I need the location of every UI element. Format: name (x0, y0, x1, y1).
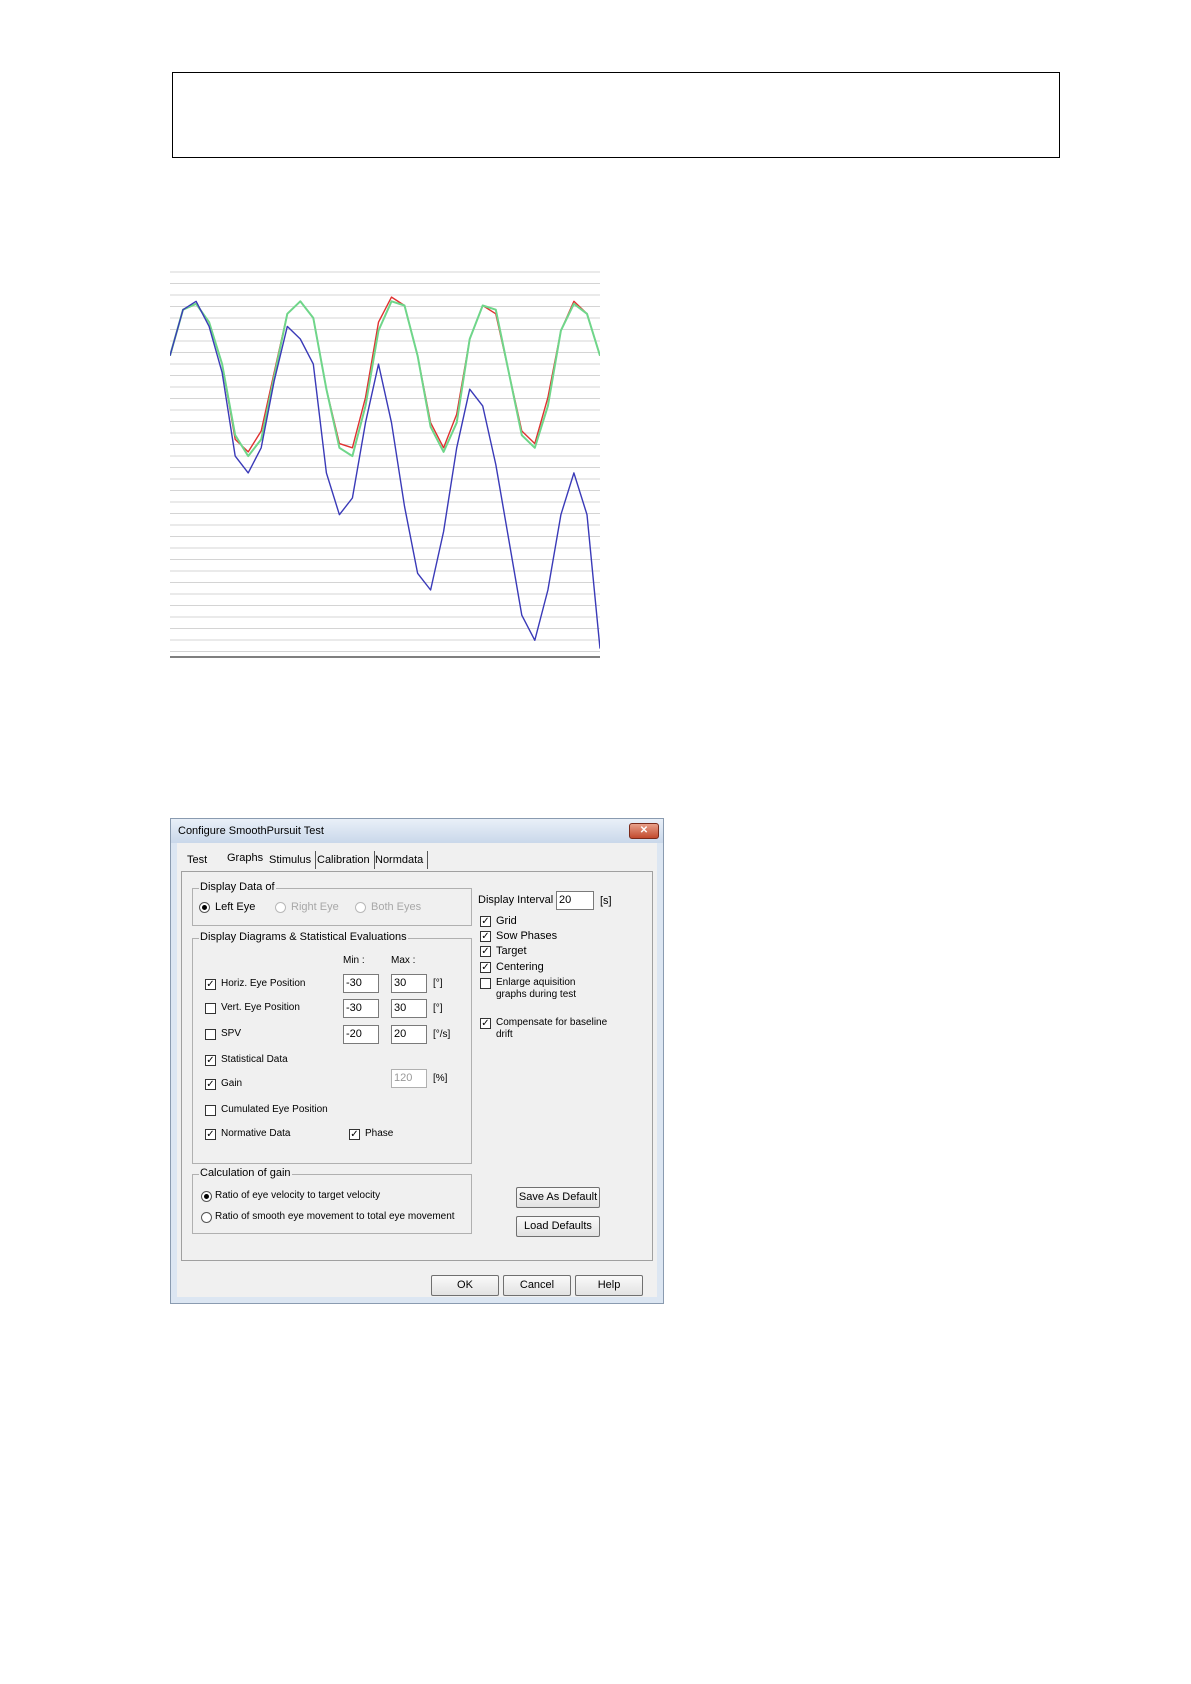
horiz-min-field[interactable]: -30 (343, 974, 379, 993)
vert-checkbox[interactable] (205, 1003, 216, 1014)
tab-normdata[interactable]: Normdata (371, 851, 429, 869)
statistical-label: Statistical Data (221, 1054, 288, 1065)
header-box (172, 72, 1060, 158)
spv-checkbox[interactable] (205, 1029, 216, 1040)
display-interval-unit: [s] (600, 895, 612, 907)
help-button[interactable]: Help (575, 1275, 643, 1296)
vert-min-field[interactable]: -30 (343, 999, 379, 1018)
horiz-unit: [°] (433, 978, 443, 989)
compensate-checkbox[interactable]: ✓ (480, 1018, 491, 1029)
display-interval-field[interactable]: 20 (556, 891, 594, 910)
grid-label: Grid (496, 915, 517, 927)
spv-max-field[interactable]: 20 (391, 1025, 427, 1044)
series-line-2 (170, 300, 600, 649)
tab-test[interactable]: Test (183, 851, 211, 869)
gain-calc-label: Calculation of gain (199, 1167, 292, 1179)
max-label: Max : (391, 955, 416, 966)
enlarge-label-2: graphs during test (496, 989, 577, 1000)
gain-max-field[interactable]: 120 (391, 1069, 427, 1088)
display-interval-label: Display Interval : (478, 894, 560, 906)
left-eye-label: Left Eye (215, 901, 256, 913)
radio-dot (202, 905, 207, 910)
enlarge-checkbox[interactable] (480, 978, 491, 989)
grid-checkbox[interactable]: ✓ (480, 916, 491, 927)
spv-unit: [°/s] (433, 1029, 451, 1040)
cancel-button[interactable]: Cancel (503, 1275, 571, 1296)
cumulated-checkbox[interactable] (205, 1105, 216, 1116)
gain-option2-radio[interactable] (201, 1212, 212, 1223)
tab-graphs[interactable]: Graphs (223, 849, 267, 867)
slow-phases-checkbox[interactable]: ✓ (480, 931, 491, 942)
display-data-group: Display Data of Left Eye Right Eye Both … (192, 881, 472, 926)
gain-option1-label: Ratio of eye velocity to target velocity (215, 1190, 381, 1201)
target-checkbox[interactable]: ✓ (480, 946, 491, 957)
load-defaults-button[interactable]: Load Defaults (516, 1216, 600, 1237)
spv-label: SPV (221, 1028, 242, 1039)
normative-label: Normative Data (221, 1128, 291, 1139)
min-label: Min : (343, 955, 365, 966)
vert-unit: [°] (433, 1003, 443, 1014)
chart-svg (170, 271, 600, 658)
ok-button[interactable]: OK (431, 1275, 499, 1296)
phase-label: Phase (365, 1128, 394, 1139)
gain-option1-radio[interactable] (201, 1191, 212, 1202)
horiz-max-field[interactable]: 30 (391, 974, 427, 993)
tab-calibration[interactable]: Calibration (313, 851, 375, 869)
compensate-label-2: drift (496, 1029, 513, 1040)
vert-label: Vert. Eye Position (221, 1002, 300, 1013)
radio-dot (204, 1194, 209, 1199)
gain-label: Gain (221, 1078, 243, 1089)
gain-option2-label: Ratio of smooth eye movement to total ey… (215, 1211, 455, 1222)
cumulated-label: Cumulated Eye Position (221, 1104, 328, 1115)
statistical-checkbox[interactable]: ✓ (205, 1055, 216, 1066)
spv-min-field[interactable]: -20 (343, 1025, 379, 1044)
right-eye-radio[interactable] (275, 902, 286, 913)
centering-label: Centering (496, 961, 544, 973)
graphs-panel: Display Data of Left Eye Right Eye Both … (181, 871, 653, 1261)
diagrams-group: Display Diagrams & Statistical Evaluatio… (192, 931, 472, 1164)
display-data-label: Display Data of (199, 881, 276, 893)
gain-calc-group: Calculation of gain Ratio of eye velocit… (192, 1167, 472, 1234)
close-button[interactable]: ✕ (629, 823, 659, 839)
eye-position-chart (170, 262, 600, 662)
phase-checkbox[interactable]: ✓ (349, 1129, 360, 1140)
horiz-label: Horiz. Eye Position (221, 978, 306, 989)
diagrams-label: Display Diagrams & Statistical Evaluatio… (199, 931, 408, 943)
horiz-checkbox[interactable]: ✓ (205, 979, 216, 990)
left-eye-radio[interactable] (199, 902, 210, 913)
compensate-label-1: Compensate for baseline (496, 1017, 608, 1028)
tab-stimulus[interactable]: Stimulus (265, 851, 317, 869)
vert-max-field[interactable]: 30 (391, 999, 427, 1018)
target-label: Target (496, 945, 527, 957)
slow-phases-label: Sow Phases (496, 930, 558, 942)
enlarge-label-1: Enlarge aquisition (496, 977, 576, 988)
save-default-button[interactable]: Save As Default (516, 1187, 600, 1208)
config-dialog: Configure SmoothPursuit Test ✕ Test Grap… (170, 818, 664, 1304)
dialog-client: Test Graphs Stimulus Calibration Normdat… (177, 843, 657, 1297)
both-eyes-label: Both Eyes (371, 901, 422, 913)
both-eyes-radio[interactable] (355, 902, 366, 913)
right-eye-label: Right Eye (291, 901, 339, 913)
gain-unit: [%] (433, 1073, 448, 1084)
centering-checkbox[interactable]: ✓ (480, 962, 491, 973)
dialog-titlebar[interactable]: Configure SmoothPursuit Test ✕ (171, 819, 663, 843)
gain-checkbox[interactable]: ✓ (205, 1079, 216, 1090)
dialog-title: Configure SmoothPursuit Test (178, 825, 324, 837)
normative-checkbox[interactable]: ✓ (205, 1129, 216, 1140)
